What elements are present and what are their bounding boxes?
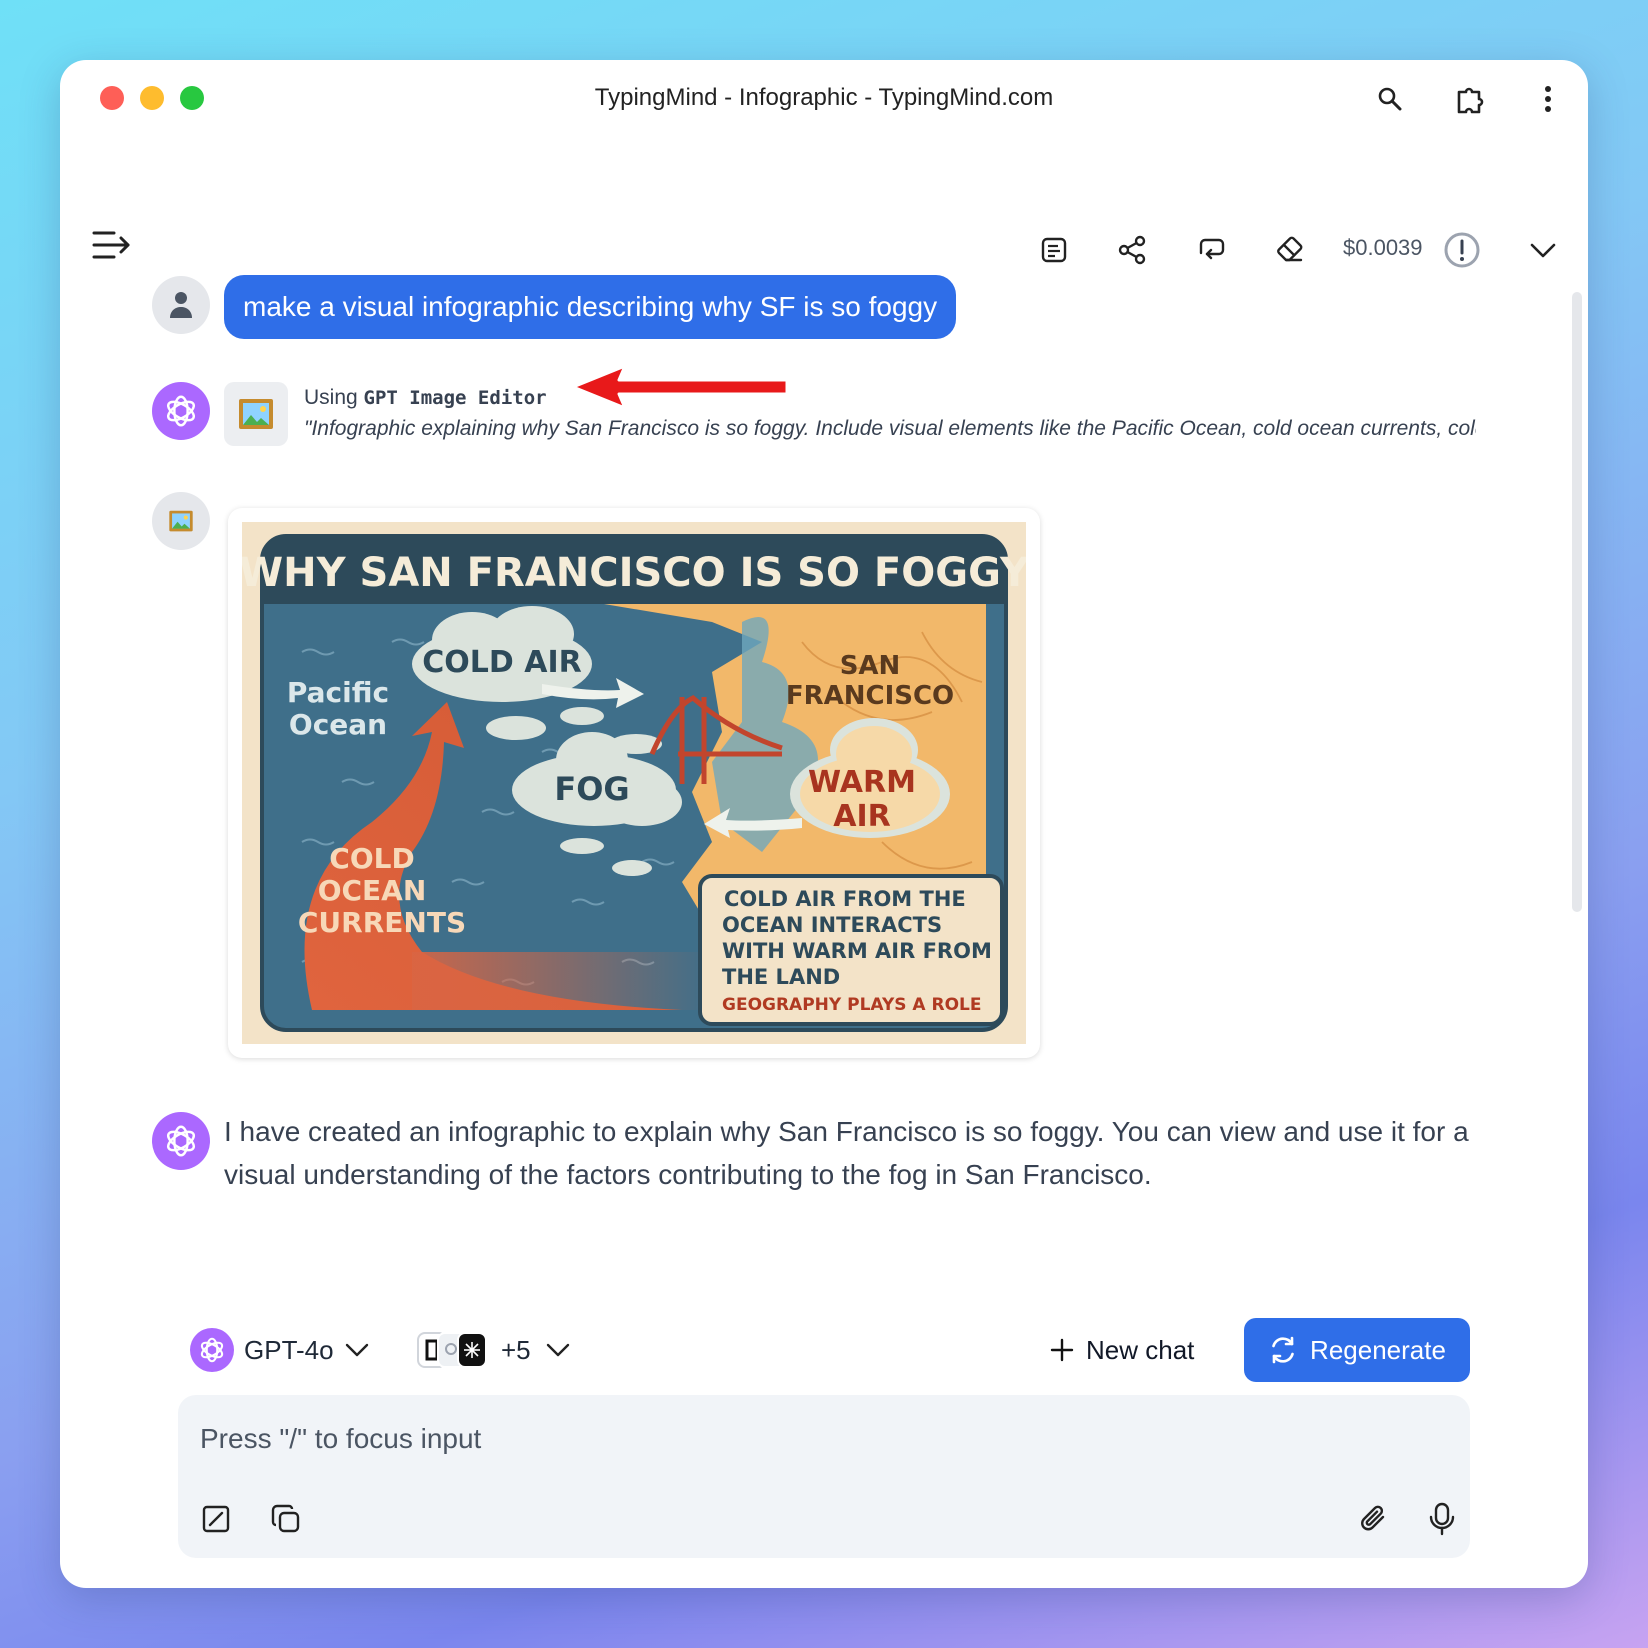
tool-using-label: Using GPT Image Editor xyxy=(304,386,547,409)
plugins-selector[interactable]: +5 xyxy=(417,1325,571,1375)
label-ocean: Ocean xyxy=(289,708,387,741)
input-placeholder: Press "/" to focus input xyxy=(200,1423,482,1454)
chat-scrollbar[interactable] xyxy=(1572,292,1582,912)
caption-line-3: WITH WARM AIR FROM xyxy=(722,939,992,963)
message-input[interactable]: Press "/" to focus input xyxy=(178,1395,1470,1558)
assistant-avatar xyxy=(152,382,210,440)
assistant-message: I have created an infographic to explain… xyxy=(224,1116,1469,1190)
label-air: AIR xyxy=(833,799,890,834)
label-warm: WARM xyxy=(808,765,916,800)
app-window: TypingMind - Infographic - TypingMind.co… xyxy=(60,60,1588,1588)
user-message: make a visual infographic describing why… xyxy=(224,275,957,339)
plus-icon xyxy=(1050,1338,1074,1362)
label-currents: CURRENTS xyxy=(298,906,466,939)
chevron-down-icon xyxy=(345,1343,368,1357)
label-francisco: FRANCISCO xyxy=(786,681,954,711)
assistant-avatar xyxy=(152,1112,210,1170)
share-icon[interactable] xyxy=(1110,228,1154,272)
tool-prompt: "Infographic explaining why San Francisc… xyxy=(304,417,1476,440)
label-ocean-currents: OCEAN xyxy=(318,874,427,907)
caption-line-4: THE LAND xyxy=(722,965,840,989)
refresh-icon xyxy=(1272,1336,1294,1364)
user-avatar xyxy=(152,276,210,334)
label-fog: FOG xyxy=(554,770,629,808)
window-title: TypingMind - Infographic - TypingMind.co… xyxy=(594,84,1054,111)
attachment-icon[interactable] xyxy=(1354,1499,1394,1539)
tool-name[interactable]: GPT Image Editor xyxy=(364,387,547,409)
framed-picture-icon xyxy=(239,399,273,429)
infographic-title: WHY SAN FRANCISCO IS SO FOGGY xyxy=(242,550,1026,596)
caption-line-5: GEOGRAPHY PLAYS A ROLE xyxy=(722,995,982,1015)
openai-logo-icon xyxy=(166,395,196,427)
caption-line-1: COLD AIR FROM THE xyxy=(724,887,966,911)
microphone-icon[interactable] xyxy=(1422,1499,1462,1539)
model-selector[interactable]: GPT-4o xyxy=(190,1325,370,1375)
chevron-down-icon xyxy=(546,1343,569,1357)
label-san: SAN xyxy=(840,651,901,681)
copy-icon[interactable] xyxy=(266,1499,306,1539)
tool-thumbnail xyxy=(224,382,288,446)
framed-picture-icon xyxy=(169,510,193,532)
label-pacific: Pacific xyxy=(287,676,389,709)
token-cost: $0.0039 xyxy=(1343,235,1423,260)
label-cold: COLD xyxy=(329,842,414,875)
infographic-image[interactable]: WHY SAN FRANCISCO IS SO FOGGY Pacific Oc… xyxy=(239,522,1030,1044)
model-name: GPT-4o xyxy=(244,1334,334,1365)
prompt-template-icon[interactable] xyxy=(196,1499,236,1539)
extension-icon[interactable] xyxy=(1453,82,1487,116)
zoom-icon[interactable] xyxy=(1373,82,1407,116)
user-icon xyxy=(170,292,192,318)
cost-info-icon[interactable] xyxy=(1440,228,1484,272)
openai-logo-icon xyxy=(166,1125,196,1157)
image-result-avatar xyxy=(152,492,210,550)
label-cold-air: COLD AIR xyxy=(422,645,581,680)
branch-chat-icon[interactable] xyxy=(1190,228,1234,272)
regenerate-button[interactable]: Regenerate xyxy=(1244,1318,1470,1382)
title-bar: TypingMind - Infographic - TypingMind.co… xyxy=(60,60,1588,140)
chevron-down-icon[interactable] xyxy=(1521,228,1565,272)
generated-image-card[interactable]: WHY SAN FRANCISCO IS SO FOGGY Pacific Oc… xyxy=(228,508,1040,1058)
new-chat-button[interactable]: New chat xyxy=(1050,1325,1194,1375)
plugins-more-count: +5 xyxy=(501,1334,531,1365)
caption-line-2: OCEAN INTERACTS xyxy=(722,913,942,937)
sidebar-toggle-icon[interactable] xyxy=(90,223,134,267)
notes-icon[interactable] xyxy=(1032,228,1076,272)
plugin-image-icon xyxy=(457,1332,487,1368)
openai-logo-icon xyxy=(190,1328,234,1372)
annotation-arrow-icon xyxy=(571,364,789,410)
more-options-icon[interactable] xyxy=(1531,82,1565,116)
eraser-icon[interactable] xyxy=(1268,228,1312,272)
